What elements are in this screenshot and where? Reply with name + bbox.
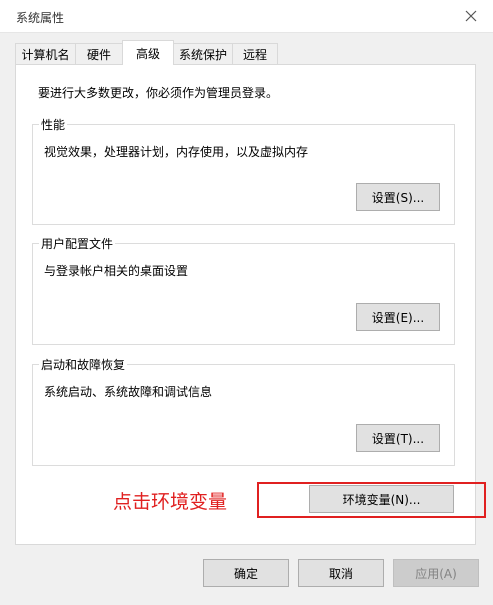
- title-bar: 系统属性: [0, 0, 493, 33]
- advanced-tab-panel: 要进行大多数更改，你必须作为管理员登录。 性能 视觉效果，处理器计划，内存使用，…: [15, 64, 476, 545]
- close-button[interactable]: [449, 0, 493, 32]
- close-icon: [465, 10, 477, 22]
- apply-button[interactable]: 应用(A): [393, 559, 479, 587]
- window-title: 系统属性: [16, 11, 65, 25]
- admin-note: 要进行大多数更改，你必须作为管理员登录。: [38, 86, 279, 100]
- user-profiles-settings-button[interactable]: 设置(E)...: [356, 303, 440, 331]
- startup-recovery-description: 系统启动、系统故障和调试信息: [44, 385, 213, 399]
- annotation-highlight-box: [257, 482, 486, 518]
- performance-description: 视觉效果，处理器计划，内存使用，以及虚拟内存: [44, 145, 309, 159]
- startup-recovery-group-title: 启动和故障恢复: [39, 356, 128, 373]
- user-profiles-group: 用户配置文件 与登录帐户相关的桌面设置 设置(E)...: [32, 235, 455, 345]
- user-profiles-description: 与登录帐户相关的桌面设置: [44, 264, 189, 278]
- ok-button[interactable]: 确定: [203, 559, 289, 587]
- tab-advanced[interactable]: 高级: [122, 40, 174, 65]
- tab-remote[interactable]: 远程: [232, 43, 278, 64]
- cancel-button[interactable]: 取消: [298, 559, 384, 587]
- user-profiles-group-title: 用户配置文件: [39, 235, 116, 252]
- startup-recovery-settings-button[interactable]: 设置(T)...: [356, 424, 440, 452]
- tab-system-protection[interactable]: 系统保护: [173, 43, 233, 64]
- performance-group-title: 性能: [39, 116, 68, 133]
- performance-group: 性能 视觉效果，处理器计划，内存使用，以及虚拟内存 设置(S)...: [32, 116, 455, 225]
- performance-settings-button[interactable]: 设置(S)...: [356, 183, 440, 211]
- startup-recovery-group: 启动和故障恢复 系统启动、系统故障和调试信息 设置(T)...: [32, 356, 455, 466]
- annotation-label: 点击环境变量: [113, 491, 228, 513]
- tab-computer-name[interactable]: 计算机名: [15, 43, 76, 64]
- tab-hardware[interactable]: 硬件: [75, 43, 123, 64]
